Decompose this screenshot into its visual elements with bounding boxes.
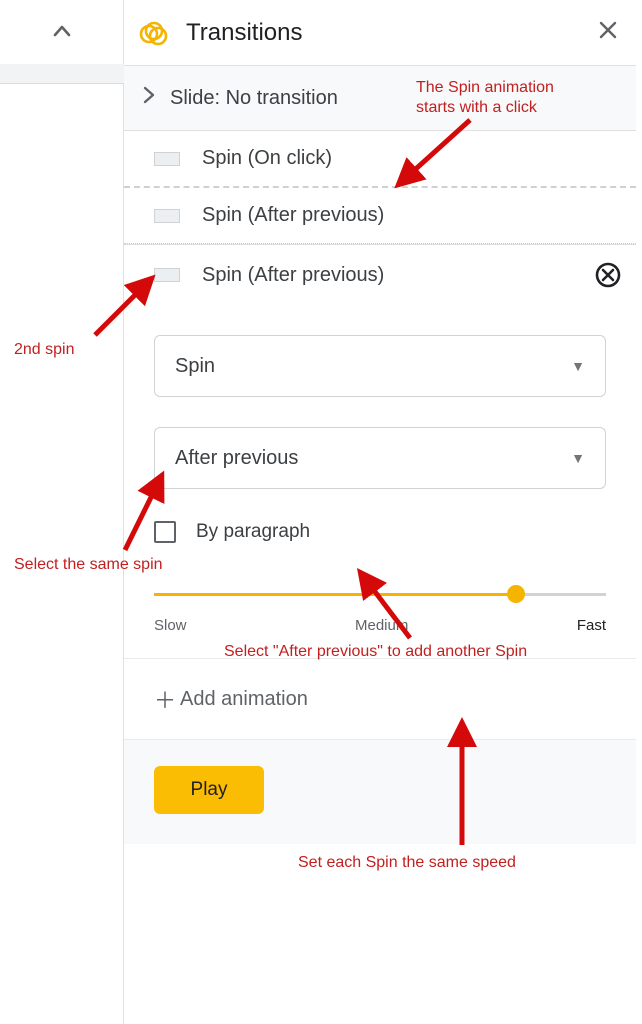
play-row: Play (124, 739, 636, 844)
panel-header: Transitions (124, 0, 636, 65)
play-button[interactable]: Play (154, 766, 264, 814)
speed-slow-label: Slow (154, 617, 187, 634)
object-thumb-icon (154, 268, 180, 282)
chevron-right-icon (142, 86, 170, 110)
slider-fill (154, 593, 516, 596)
animation-item-3[interactable]: Spin (After previous) (124, 244, 636, 305)
chevron-down-icon: ▼ (571, 358, 585, 374)
animation-item-2[interactable]: Spin (After previous) (124, 188, 636, 244)
animation-type-select[interactable]: Spin ▼ (154, 335, 606, 397)
speed-fast-label: Fast (577, 617, 606, 634)
by-paragraph-label: By paragraph (196, 521, 310, 543)
delete-animation-icon[interactable] (594, 261, 622, 289)
collapse-panel-button[interactable] (0, 0, 123, 62)
filmstrip-tab (0, 64, 124, 84)
chevron-down-icon: ▼ (571, 450, 585, 466)
add-animation-button[interactable]: ＋ Add animation (124, 658, 636, 739)
slide-transition-label: Slide: No transition (170, 87, 338, 110)
animation-trigger-select[interactable]: After previous ▼ (154, 427, 606, 489)
speed-labels: Slow Medium Fast (154, 617, 606, 634)
animation-item-label: Spin (After previous) (202, 264, 384, 287)
animation-type-value: Spin (175, 355, 215, 378)
object-thumb-icon (154, 152, 180, 166)
animation-editor: Spin ▼ After previous ▼ By paragraph Slo… (124, 305, 636, 658)
panel-title: Transitions (186, 19, 598, 47)
transitions-panel: Transitions Slide: No transition Spin (O… (124, 0, 636, 1024)
animation-trigger-value: After previous (175, 447, 298, 470)
object-thumb-icon (154, 209, 180, 223)
plus-icon: ＋ (154, 683, 180, 715)
speed-medium-label: Medium (355, 617, 408, 634)
animation-item-1[interactable]: Spin (On click) (124, 131, 636, 188)
slider-thumb[interactable] (507, 585, 525, 603)
transitions-icon (138, 18, 168, 48)
animation-item-label: Spin (On click) (202, 147, 332, 170)
by-paragraph-checkbox[interactable] (154, 521, 176, 543)
speed-slider[interactable] (154, 585, 606, 603)
add-animation-label: Add animation (180, 688, 308, 711)
play-button-label: Play (191, 779, 228, 801)
close-icon[interactable] (598, 20, 618, 46)
slide-transition-row[interactable]: Slide: No transition (124, 65, 636, 131)
animation-item-label: Spin (After previous) (202, 204, 384, 227)
